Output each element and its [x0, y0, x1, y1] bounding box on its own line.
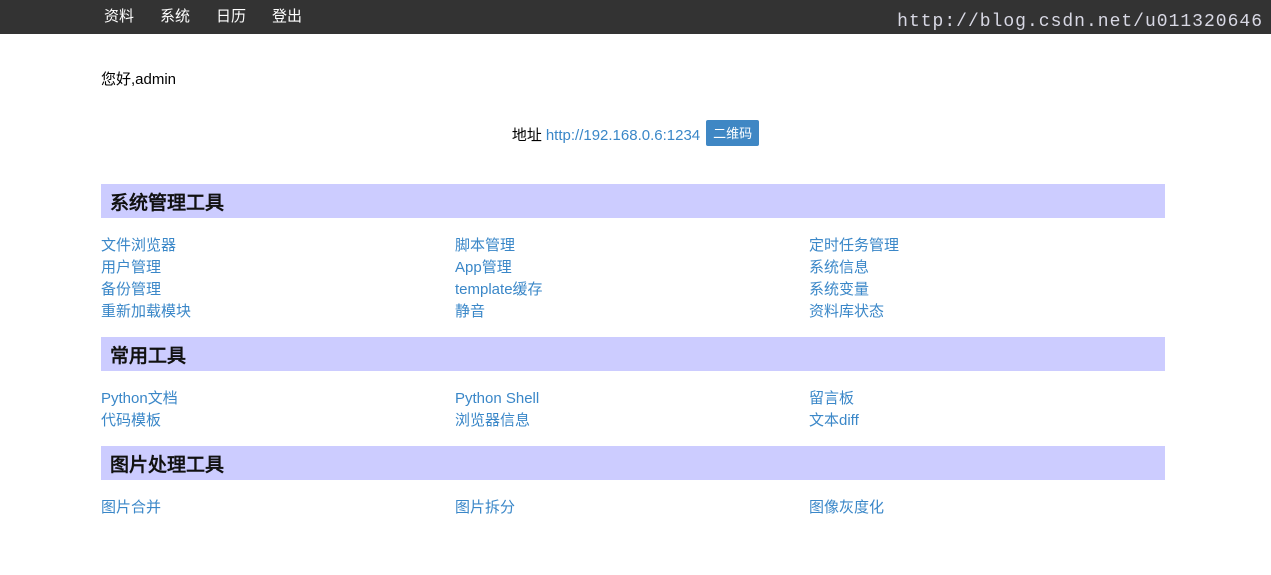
section-title: 图片处理工具 — [110, 454, 225, 476]
links-column: 图片拆分 — [455, 497, 809, 519]
tool-link-python-docs[interactable]: Python文档 — [101, 388, 178, 410]
tool-link-mute[interactable]: 静音 — [455, 301, 485, 323]
greeting-text: 您好,admin — [101, 71, 177, 88]
section-common-tools: 常用工具 Python文档 代码模板 Python Shell 浏览器信息 留言… — [0, 337, 1271, 446]
section-system-tools: 系统管理工具 文件浏览器 用户管理 备份管理 重新加载模块 脚本管理 App管理… — [0, 184, 1271, 337]
links-column: 脚本管理 App管理 template缓存 静音 — [455, 235, 809, 323]
tool-link-system-info[interactable]: 系统信息 — [809, 257, 869, 279]
links-column: 留言板 文本diff — [809, 388, 1163, 432]
nav-item-dengchu[interactable]: 登出 — [272, 0, 302, 34]
links-column: 图片合并 — [101, 497, 455, 519]
tool-link-image-merge[interactable]: 图片合并 — [101, 497, 161, 519]
tool-link-image-split[interactable]: 图片拆分 — [455, 497, 515, 519]
tool-link-file-browser[interactable]: 文件浏览器 — [101, 235, 176, 257]
tool-link-database-status[interactable]: 资料库状态 — [809, 301, 884, 323]
links-column: Python Shell 浏览器信息 — [455, 388, 809, 432]
tool-link-cron-management[interactable]: 定时任务管理 — [809, 235, 899, 257]
nav-item-xitong[interactable]: 系统 — [160, 0, 190, 34]
links-grid-image-tools: 图片合并 图片拆分 图像灰度化 — [101, 480, 1165, 533]
tool-link-reload-module[interactable]: 重新加载模块 — [101, 301, 191, 323]
address-link[interactable]: http://192.168.0.6:1234 — [546, 127, 700, 144]
section-title: 常用工具 — [110, 345, 187, 367]
tool-link-python-shell[interactable]: Python Shell — [455, 388, 539, 410]
tool-link-browser-info[interactable]: 浏览器信息 — [455, 410, 530, 432]
tool-link-code-template[interactable]: 代码模板 — [101, 410, 161, 432]
section-header-common-tools: 常用工具 — [101, 337, 1165, 371]
qrcode-button[interactable]: 二维码 — [706, 120, 760, 146]
tool-link-app-management[interactable]: App管理 — [455, 257, 512, 279]
tool-sections: 系统管理工具 文件浏览器 用户管理 备份管理 重新加载模块 脚本管理 App管理… — [0, 184, 1271, 533]
address-line: 地址 http://192.168.0.6:1234 二维码 — [0, 120, 1271, 148]
tool-link-text-diff[interactable]: 文本diff — [809, 410, 859, 432]
section-title: 系统管理工具 — [110, 192, 225, 214]
tool-link-user-management[interactable]: 用户管理 — [101, 257, 161, 279]
section-header-system-tools: 系统管理工具 — [101, 184, 1165, 218]
links-column: 文件浏览器 用户管理 备份管理 重新加载模块 — [101, 235, 455, 323]
nav-item-rili[interactable]: 日历 — [216, 0, 246, 34]
tool-link-script-management[interactable]: 脚本管理 — [455, 235, 515, 257]
tool-link-message-board[interactable]: 留言板 — [809, 388, 854, 410]
tool-link-image-grayscale[interactable]: 图像灰度化 — [809, 497, 884, 519]
links-grid-common-tools: Python文档 代码模板 Python Shell 浏览器信息 留言板 文本d… — [101, 371, 1165, 446]
top-navbar: 资料 系统 日历 登出 — [0, 0, 1271, 34]
tool-link-backup-management[interactable]: 备份管理 — [101, 279, 161, 301]
section-image-tools: 图片处理工具 图片合并 图片拆分 图像灰度化 — [0, 446, 1271, 533]
links-column: 图像灰度化 — [809, 497, 1163, 519]
links-grid-system-tools: 文件浏览器 用户管理 备份管理 重新加载模块 脚本管理 App管理 templa… — [101, 218, 1165, 337]
links-column: Python文档 代码模板 — [101, 388, 455, 432]
links-column: 定时任务管理 系统信息 系统变量 资料库状态 — [809, 235, 1163, 323]
tool-link-template-cache[interactable]: template缓存 — [455, 279, 543, 301]
section-header-image-tools: 图片处理工具 — [101, 446, 1165, 480]
address-label: 地址 — [511, 127, 542, 144]
nav-item-ziliao[interactable]: 资料 — [104, 0, 134, 34]
tool-link-system-variables[interactable]: 系统变量 — [809, 279, 869, 301]
